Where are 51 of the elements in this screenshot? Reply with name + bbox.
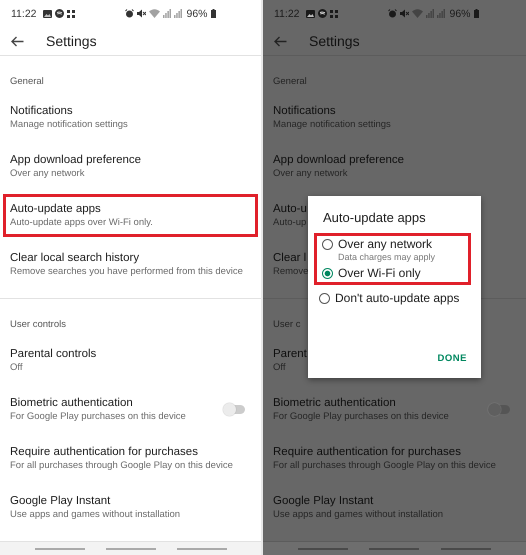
settings-item[interactable]: Notifications Manage notification settings	[0, 93, 261, 142]
option-subtitle: Data charges may apply	[338, 252, 436, 262]
grid-icon	[330, 10, 338, 18]
section-header: User c	[273, 319, 300, 330]
settings-item[interactable]: Clear local search history Remove searches you have performed from this device	[0, 240, 261, 290]
toggle-switch[interactable]	[490, 405, 510, 414]
toggle-switch[interactable]	[225, 405, 245, 414]
section-header: General	[273, 76, 307, 88]
alarm-icon	[388, 9, 396, 18]
signal-icon	[162, 9, 170, 18]
status-time: 11:22	[274, 8, 300, 20]
grid-icon	[66, 10, 74, 18]
battery-icon	[210, 9, 216, 18]
dialog-title: Auto-update apps	[323, 210, 427, 225]
settings-item[interactable]: Require authentication for purchases For all purchases through Google Play on this device	[0, 434, 261, 484]
screen-title: Settings	[309, 33, 360, 50]
gallery-icon	[306, 10, 314, 18]
circle-icon	[318, 9, 326, 18]
alarm-icon	[124, 9, 134, 18]
done-button[interactable]: DONE	[438, 353, 467, 364]
mute-icon	[400, 9, 408, 18]
wifi-icon	[148, 9, 160, 18]
signal-icon	[174, 9, 182, 18]
circle-icon	[54, 9, 64, 18]
battery-icon	[474, 9, 479, 18]
status-time: 11:22	[11, 8, 36, 20]
mute-icon	[136, 9, 146, 18]
wifi-icon	[412, 9, 422, 18]
option-row[interactable]: Over any network Data charges may apply	[317, 237, 468, 262]
battery-percent: 96%	[186, 8, 208, 20]
option-label[interactable]: Over any network	[338, 237, 436, 251]
settings-item[interactable]: App download preference Over any network	[0, 142, 261, 192]
back-arrow-icon[interactable]	[11, 36, 24, 47]
settings-item[interactable]: Parental controls Off	[0, 336, 261, 386]
option-row[interactable]: Over Wi-Fi only	[317, 266, 468, 280]
screen-title: Settings	[46, 33, 97, 50]
settings-item[interactable]: Biometric authentication For Google Play purchases on this device	[0, 385, 261, 434]
option-row[interactable]: Don't auto-update apps	[314, 291, 481, 305]
section-header: General	[10, 76, 44, 88]
battery-percent: 96%	[450, 8, 471, 20]
radio-button[interactable]	[319, 293, 330, 304]
settings-item[interactable]: Google Play Instant Use apps and games without installation	[0, 483, 261, 532]
option-label[interactable]: Over Wi-Fi only	[338, 266, 421, 280]
settings-item[interactable]: Auto-update apps Auto-update apps over Wi-Fi only.	[0, 191, 261, 240]
signal-icon	[436, 9, 444, 18]
signal-icon	[426, 9, 434, 18]
gallery-icon	[42, 10, 52, 18]
radio-button[interactable]	[322, 268, 333, 279]
section-header: User controls	[10, 319, 66, 330]
radio-button[interactable]	[322, 239, 333, 250]
option-label[interactable]: Don't auto-update apps	[335, 291, 460, 305]
